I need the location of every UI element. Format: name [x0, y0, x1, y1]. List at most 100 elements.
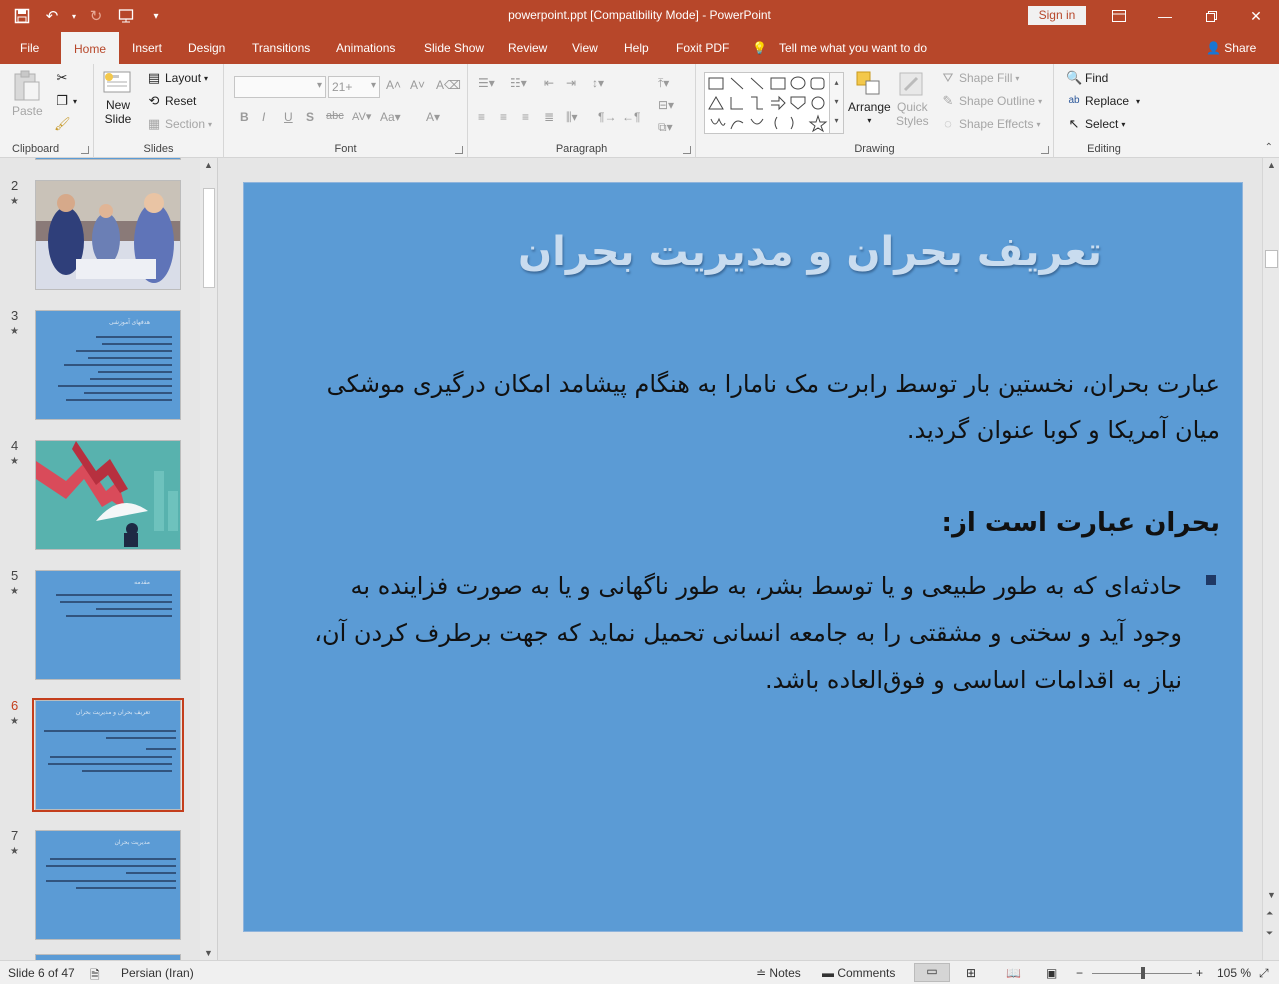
new-slide-button[interactable]: New Slide — [102, 70, 134, 126]
current-slide[interactable]: تعریف بحران و مدیریت بحران عبارت بحران، … — [243, 182, 1243, 932]
previous-slide-icon[interactable]: ⏶ — [1266, 908, 1273, 919]
rtl-icon[interactable]: ←¶ — [622, 110, 640, 124]
align-right-icon[interactable]: ≡ — [522, 110, 529, 124]
reset-button[interactable]: ⟲ Reset — [146, 93, 197, 109]
zoom-level[interactable]: 105 % — [1217, 966, 1251, 980]
section-button[interactable]: ▦ Section ▾ — [146, 116, 212, 132]
slide-scrollbar[interactable]: ▲ ▼ ⏶ ⏷ — [1262, 158, 1279, 960]
slide-subheading[interactable]: بحران عبارت است از: — [942, 508, 1220, 538]
tab-transitions[interactable]: Transitions — [244, 32, 318, 64]
slide-sorter-icon[interactable]: ⊞ — [966, 966, 976, 980]
slide-scroll-thumb[interactable] — [1265, 250, 1278, 268]
ribbon-display-options-icon[interactable] — [1096, 0, 1142, 32]
reading-view-icon[interactable]: 📖 — [1006, 966, 1021, 980]
shapes-gallery[interactable]: ▴ ▾ ▾ — [704, 72, 844, 134]
thumbnail-slide-3[interactable]: هدفهای آموزشی — [35, 310, 181, 420]
layout-button[interactable]: ▤ Layout ▾ — [146, 70, 208, 86]
decrease-indent-icon[interactable]: ⇤ — [544, 76, 554, 90]
thumbnail-slide-7[interactable]: مدیریت بحران — [35, 830, 181, 940]
ltr-icon[interactable]: ¶→ — [598, 110, 616, 124]
tab-design[interactable]: Design — [180, 32, 233, 64]
thumbnail-slide-2[interactable] — [35, 180, 181, 290]
quick-styles-button[interactable]: Quick Styles — [896, 70, 929, 128]
thumbnail-scroll-thumb[interactable] — [203, 188, 215, 288]
shape-fill-button[interactable]: ⛛ Shape Fill ▾ — [940, 70, 1020, 86]
drawing-launcher-icon[interactable] — [1041, 146, 1049, 154]
bold-icon[interactable]: B — [240, 110, 249, 124]
shape-effects-button[interactable]: ◌ Shape Effects ▾ — [940, 116, 1040, 132]
scroll-down-icon[interactable]: ▼ — [204, 948, 213, 958]
tab-view[interactable]: View — [564, 32, 606, 64]
copy-button[interactable]: ❐ ▾ — [54, 93, 77, 109]
tab-file[interactable]: File — [12, 32, 47, 64]
increase-font-icon[interactable]: A˄ — [386, 78, 401, 92]
zoom-out-icon[interactable]: − — [1076, 966, 1083, 980]
bullets-icon[interactable]: ☰▾ — [478, 76, 495, 90]
character-spacing-icon[interactable]: AV▾ — [352, 110, 371, 123]
thumbnail-slide-5[interactable]: مقدمه — [35, 570, 181, 680]
paste-button[interactable]: Paste — [12, 70, 43, 118]
scroll-down-icon[interactable]: ▼ — [1267, 890, 1276, 900]
tab-insert[interactable]: Insert — [124, 32, 170, 64]
find-button[interactable]: 🔍 Find — [1066, 70, 1108, 86]
scroll-up-icon[interactable]: ▲ — [204, 160, 213, 170]
tab-slide-show[interactable]: Slide Show — [416, 32, 492, 64]
share-button[interactable]: 👤 Share — [1206, 32, 1256, 64]
slide-bullet-text[interactable]: حادثه‌ای که به طور طبیعی و یا توسط بشر، … — [312, 563, 1182, 704]
close-icon[interactable]: ✕ — [1233, 0, 1279, 32]
normal-view-icon[interactable]: ▭ — [914, 963, 950, 982]
justify-icon[interactable]: ≣ — [544, 110, 554, 124]
select-button[interactable]: ↖ Select ▾ — [1066, 116, 1126, 132]
spell-check-icon[interactable]: 🗎 — [90, 966, 100, 984]
slide-paragraph-definition[interactable]: عبارت بحران، نخستین بار توسط رابرت مک نا… — [300, 361, 1220, 453]
format-painter-button[interactable]: 🖌 — [54, 116, 71, 132]
slide-title[interactable]: تعریف بحران و مدیریت بحران — [244, 229, 1102, 275]
clipboard-launcher-icon[interactable] — [81, 146, 89, 154]
paragraph-launcher-icon[interactable] — [683, 146, 691, 154]
tell-me-search[interactable]: 💡 Tell me what you want to do — [752, 32, 927, 64]
tab-foxit-pdf[interactable]: Foxit PDF — [668, 32, 737, 64]
text-direction-icon[interactable]: ⤒▾ — [658, 76, 669, 91]
strikethrough-icon[interactable]: abc — [326, 110, 344, 122]
fit-to-window-icon[interactable]: ⤢ — [1259, 966, 1269, 981]
align-left-icon[interactable]: ≡ — [478, 110, 485, 124]
font-color-icon[interactable]: A▾ — [426, 110, 440, 124]
cut-button[interactable]: ✂ — [54, 70, 70, 86]
replace-button[interactable]: ab Replace ▾ — [1066, 93, 1140, 109]
sign-in-button[interactable]: Sign in — [1028, 6, 1086, 25]
shape-outline-button[interactable]: ✎ Shape Outline ▾ — [940, 93, 1043, 109]
zoom-in-icon[interactable]: + — [1196, 966, 1203, 980]
font-launcher-icon[interactable] — [455, 146, 463, 154]
italic-icon[interactable]: I — [262, 110, 265, 124]
tab-help[interactable]: Help — [616, 32, 657, 64]
clear-formatting-icon[interactable]: A⌫ — [436, 78, 461, 92]
font-name-combo[interactable]: ▾ — [234, 76, 326, 98]
align-center-icon[interactable]: ≡ — [500, 110, 507, 124]
minimize-icon[interactable]: — — [1142, 0, 1188, 32]
shadow-icon[interactable]: S — [306, 110, 314, 124]
numbering-icon[interactable]: ☷▾ — [510, 76, 527, 90]
columns-icon[interactable]: ⫼▾ — [566, 110, 578, 125]
notes-button[interactable]: ≐ Notes — [756, 966, 801, 980]
thumbnail-partial[interactable] — [35, 158, 181, 160]
thumbnail-scrollbar[interactable]: ▲ ▼ — [200, 158, 217, 960]
tab-home[interactable]: Home — [61, 32, 119, 64]
line-spacing-icon[interactable]: ↕▾ — [592, 76, 604, 90]
align-text-icon[interactable]: ⊟▾ — [658, 98, 674, 112]
increase-indent-icon[interactable]: ⇥ — [566, 76, 576, 90]
arrange-button[interactable]: Arrange ▾ — [848, 70, 891, 125]
tab-review[interactable]: Review — [500, 32, 555, 64]
underline-icon[interactable]: U — [284, 110, 293, 124]
next-slide-icon[interactable]: ⏷ — [1266, 928, 1273, 939]
scroll-up-icon[interactable]: ▲ — [1267, 160, 1276, 170]
comments-button[interactable]: ▬ Comments — [822, 966, 895, 980]
thumbnail-slide-4[interactable] — [35, 440, 181, 550]
slideshow-view-icon[interactable]: ▣ — [1046, 966, 1057, 980]
decrease-font-icon[interactable]: A˅ — [410, 78, 425, 92]
language-indicator[interactable]: Persian (Iran) — [121, 966, 194, 980]
smartart-icon[interactable]: ⧉▾ — [658, 120, 673, 135]
tab-animations[interactable]: Animations — [328, 32, 403, 64]
collapse-ribbon-icon[interactable]: ⌃ — [1265, 142, 1273, 153]
font-size-combo[interactable]: 21+ ▾ — [328, 76, 380, 98]
change-case-icon[interactable]: Aa▾ — [380, 110, 401, 124]
